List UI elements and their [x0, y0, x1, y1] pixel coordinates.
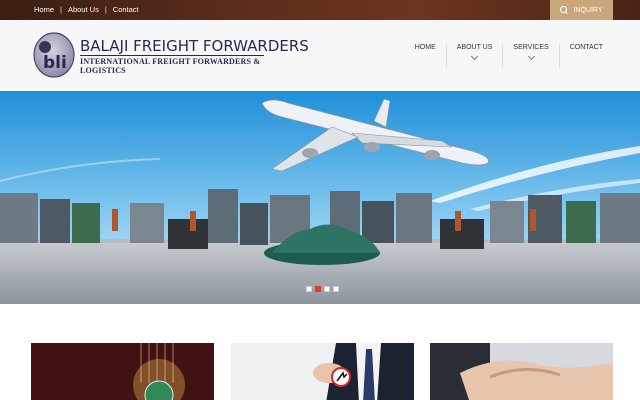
- top-bar: Home | About Us | Contact INQUIRY: [0, 0, 640, 20]
- card-image: [31, 343, 214, 400]
- slider-dot[interactable]: [324, 286, 330, 292]
- card-image: [231, 343, 414, 400]
- top-link-separator: |: [104, 5, 107, 14]
- card-globe-tech[interactable]: [31, 343, 214, 400]
- site-header: bli BALAJI FREIGHT FORWARDERS INTERNATIO…: [0, 20, 640, 90]
- company-logo[interactable]: bli: [33, 32, 75, 78]
- logo-title: BALAJI FREIGHT FORWARDERS: [80, 37, 309, 55]
- nav-label: CONTACT: [569, 44, 603, 51]
- feature-cards: [0, 304, 640, 400]
- hero-slider[interactable]: [0, 91, 640, 304]
- top-link-contact[interactable]: Contact: [113, 5, 139, 14]
- card-handshake[interactable]: [430, 343, 613, 400]
- slider-dot-active[interactable]: [315, 286, 321, 292]
- nav-services[interactable]: SERVICES: [502, 44, 558, 68]
- nav-label: HOME: [414, 44, 436, 51]
- card-image: [430, 343, 613, 400]
- slider-dot[interactable]: [306, 286, 312, 292]
- search-icon: [560, 6, 568, 14]
- chevron-down-icon: [527, 52, 535, 61]
- logo-subtitle: INTERNATIONAL FREIGHT FORWARDERS & LOGIS…: [80, 55, 264, 75]
- hero-image: [0, 91, 640, 304]
- top-links: Home | About Us | Contact: [34, 5, 139, 14]
- main-nav: HOME ABOUT US SERVICES CONTACT: [405, 44, 613, 68]
- nav-home[interactable]: HOME: [405, 44, 446, 68]
- slider-dot[interactable]: [333, 286, 339, 292]
- chevron-down-icon: [471, 52, 479, 61]
- nav-about-us[interactable]: ABOUT US: [445, 44, 503, 68]
- inquiry-label: INQUIRY: [573, 6, 603, 14]
- top-link-about[interactable]: About Us: [68, 5, 99, 14]
- card-businessman-arrow[interactable]: [231, 343, 414, 400]
- top-link-separator: |: [60, 5, 62, 14]
- inquiry-button[interactable]: INQUIRY: [550, 0, 613, 20]
- logo-text: BALAJI FREIGHT FORWARDERS INTERNATIONAL …: [80, 38, 309, 75]
- top-link-home[interactable]: Home: [34, 5, 54, 14]
- slider-dots: [306, 286, 339, 292]
- logo-mark-text: bli: [43, 53, 67, 73]
- nav-label: SERVICES: [513, 44, 549, 51]
- nav-contact[interactable]: CONTACT: [558, 44, 613, 68]
- nav-label: ABOUT US: [456, 44, 493, 51]
